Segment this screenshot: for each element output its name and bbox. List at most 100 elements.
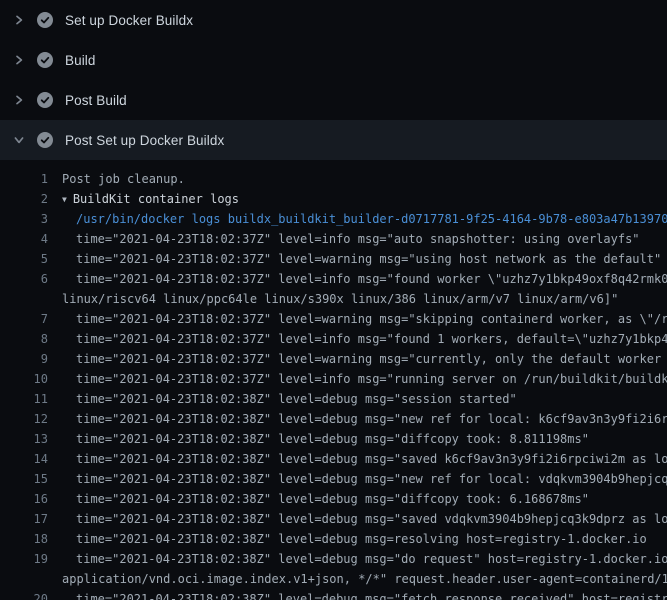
log-text-segment: time="2021-04-23T18:02:37Z" level=info m… bbox=[62, 229, 667, 249]
log-line-number[interactable]: 16 bbox=[0, 489, 48, 509]
check-circle-icon bbox=[37, 12, 53, 28]
log-line: 14 time="2021-04-23T18:02:38Z" level=deb… bbox=[0, 449, 667, 469]
step-header-set-up-docker-buildx[interactable]: Set up Docker Buildx bbox=[0, 0, 667, 40]
log-line-number[interactable]: 7 bbox=[0, 309, 48, 329]
log-group-title[interactable]: BuildKit container logs bbox=[73, 192, 239, 206]
log-line-number[interactable]: 9 bbox=[0, 349, 48, 369]
log-line: 9 time="2021-04-23T18:02:37Z" level=warn… bbox=[0, 349, 667, 369]
log-line-number[interactable]: 4 bbox=[0, 229, 48, 249]
log-line-text: /usr/bin/docker logs buildx_buildkit_bui… bbox=[62, 209, 667, 229]
check-circle-icon bbox=[37, 52, 53, 68]
log-line: 18 time="2021-04-23T18:02:38Z" level=deb… bbox=[0, 529, 667, 549]
log-text-wrap-segment: application/vnd.oci.image.index.v1+json,… bbox=[62, 569, 667, 589]
log-line-text: time="2021-04-23T18:02:37Z" level=info m… bbox=[62, 229, 667, 249]
log-line-text: time="2021-04-23T18:02:37Z" level=info m… bbox=[62, 269, 667, 309]
log-line-text: time="2021-04-23T18:02:37Z" level=warnin… bbox=[62, 309, 667, 329]
log-line-text: time="2021-04-23T18:02:38Z" level=debug … bbox=[62, 449, 667, 469]
log-line-text: time="2021-04-23T18:02:37Z" level=info m… bbox=[62, 369, 667, 389]
log-line-text: Post job cleanup. bbox=[62, 169, 667, 189]
log-line: 17 time="2021-04-23T18:02:38Z" level=deb… bbox=[0, 509, 667, 529]
step-label: Post Set up Docker Buildx bbox=[65, 133, 224, 148]
log-line: 7 time="2021-04-23T18:02:37Z" level=warn… bbox=[0, 309, 667, 329]
log-line-text: time="2021-04-23T18:02:38Z" level=debug … bbox=[62, 429, 667, 449]
log-text-segment: time="2021-04-23T18:02:38Z" level=debug … bbox=[62, 429, 667, 449]
log-line-number[interactable]: 20 bbox=[0, 589, 48, 600]
log-line-number[interactable]: 10 bbox=[0, 369, 48, 389]
log-line-number[interactable]: 6 bbox=[0, 269, 48, 289]
log-line: 10 time="2021-04-23T18:02:37Z" level=inf… bbox=[0, 369, 667, 389]
log-text-segment: time="2021-04-23T18:02:38Z" level=debug … bbox=[62, 589, 667, 600]
log-line-number[interactable]: 13 bbox=[0, 429, 48, 449]
log-line-number[interactable]: 8 bbox=[0, 329, 48, 349]
triangle-down-icon[interactable]: ▼ bbox=[62, 190, 67, 209]
log-line: 15 time="2021-04-23T18:02:38Z" level=deb… bbox=[0, 469, 667, 489]
steps-list: Set up Docker Buildx Build Post Build Po… bbox=[0, 0, 667, 160]
log-line: 13 time="2021-04-23T18:02:38Z" level=deb… bbox=[0, 429, 667, 449]
log-line: 6 time="2021-04-23T18:02:37Z" level=info… bbox=[0, 269, 667, 309]
step-header-post-build[interactable]: Post Build bbox=[0, 80, 667, 120]
chevron-down-icon[interactable] bbox=[13, 134, 25, 146]
step-header-post-set-up-docker-buildx[interactable]: Post Set up Docker Buildx bbox=[0, 120, 667, 160]
step-label: Post Build bbox=[65, 93, 127, 108]
step-label: Build bbox=[65, 53, 96, 68]
log-text-segment: time="2021-04-23T18:02:38Z" level=debug … bbox=[62, 549, 667, 569]
log-line-number[interactable]: 3 bbox=[0, 209, 48, 229]
log-text-wrap-segment: linux/riscv64 linux/ppc64le linux/s390x … bbox=[62, 289, 667, 309]
check-circle-icon bbox=[37, 132, 53, 148]
log-line-number[interactable]: 14 bbox=[0, 449, 48, 469]
log-line-text: time="2021-04-23T18:02:37Z" level=warnin… bbox=[62, 249, 667, 269]
log-line-number[interactable]: 15 bbox=[0, 469, 48, 489]
log-text-segment: time="2021-04-23T18:02:37Z" level=warnin… bbox=[62, 309, 667, 329]
log-line-text: time="2021-04-23T18:02:38Z" level=debug … bbox=[62, 489, 667, 509]
log-text-segment: time="2021-04-23T18:02:38Z" level=debug … bbox=[62, 489, 667, 509]
chevron-right-icon[interactable] bbox=[13, 54, 25, 66]
log-line-number[interactable]: 11 bbox=[0, 389, 48, 409]
chevron-right-icon[interactable] bbox=[13, 94, 25, 106]
log-line-text: time="2021-04-23T18:02:37Z" level=info m… bbox=[62, 329, 667, 349]
log-line: 2 ▼ BuildKit container logs bbox=[0, 189, 667, 209]
log-line-number[interactable]: 5 bbox=[0, 249, 48, 269]
log-line-number[interactable]: 12 bbox=[0, 409, 48, 429]
log-text-segment: ▼ BuildKit container logs bbox=[62, 189, 667, 209]
log-line: 11 time="2021-04-23T18:02:38Z" level=deb… bbox=[0, 389, 667, 409]
log-line-text: time="2021-04-23T18:02:37Z" level=warnin… bbox=[62, 349, 667, 369]
log-line: 5 time="2021-04-23T18:02:37Z" level=warn… bbox=[0, 249, 667, 269]
log-line-text: ▼ BuildKit container logs bbox=[62, 189, 667, 209]
workflow-log-viewer: Set up Docker Buildx Build Post Build Po… bbox=[0, 0, 667, 600]
log-line-number[interactable]: 2 bbox=[0, 189, 48, 209]
log-text-segment: time="2021-04-23T18:02:37Z" level=warnin… bbox=[62, 249, 667, 269]
log-line: 20 time="2021-04-23T18:02:38Z" level=deb… bbox=[0, 589, 667, 600]
log-text-segment: time="2021-04-23T18:02:37Z" level=warnin… bbox=[62, 349, 667, 369]
log-text-segment: /usr/bin/docker logs buildx_buildkit_bui… bbox=[62, 209, 667, 229]
log-line: 19 time="2021-04-23T18:02:38Z" level=deb… bbox=[0, 549, 667, 589]
log-text-segment: time="2021-04-23T18:02:37Z" level=info m… bbox=[62, 369, 667, 389]
log-line-text: time="2021-04-23T18:02:38Z" level=debug … bbox=[62, 589, 667, 600]
log-text-segment: time="2021-04-23T18:02:38Z" level=debug … bbox=[62, 389, 667, 409]
log-text-segment: Post job cleanup. bbox=[62, 169, 667, 189]
log-line: 8 time="2021-04-23T18:02:37Z" level=info… bbox=[0, 329, 667, 349]
log-line-text: time="2021-04-23T18:02:38Z" level=debug … bbox=[62, 409, 667, 429]
log-text-segment: time="2021-04-23T18:02:38Z" level=debug … bbox=[62, 529, 667, 549]
log-line-text: time="2021-04-23T18:02:38Z" level=debug … bbox=[62, 469, 667, 489]
log-text-segment: time="2021-04-23T18:02:38Z" level=debug … bbox=[62, 469, 667, 489]
log-line: 4 time="2021-04-23T18:02:37Z" level=info… bbox=[0, 229, 667, 249]
log-line-text: time="2021-04-23T18:02:38Z" level=debug … bbox=[62, 389, 667, 409]
log-line-number[interactable]: 18 bbox=[0, 529, 48, 549]
log-line: 3 /usr/bin/docker logs buildx_buildkit_b… bbox=[0, 209, 667, 229]
step-header-build[interactable]: Build bbox=[0, 40, 667, 80]
log-line-text: time="2021-04-23T18:02:38Z" level=debug … bbox=[62, 529, 667, 549]
log-text-segment: time="2021-04-23T18:02:37Z" level=info m… bbox=[62, 329, 667, 349]
log-text-segment: time="2021-04-23T18:02:37Z" level=info m… bbox=[62, 269, 667, 289]
log-text-segment: time="2021-04-23T18:02:38Z" level=debug … bbox=[62, 449, 667, 469]
log-text-segment: time="2021-04-23T18:02:38Z" level=debug … bbox=[62, 409, 667, 429]
log-line-text: time="2021-04-23T18:02:38Z" level=debug … bbox=[62, 549, 667, 589]
step-label: Set up Docker Buildx bbox=[65, 13, 193, 28]
log-line-number[interactable]: 19 bbox=[0, 549, 48, 569]
log-area: 1 Post job cleanup. 2 ▼ BuildKit containe… bbox=[0, 160, 667, 600]
log-line: 16 time="2021-04-23T18:02:38Z" level=deb… bbox=[0, 489, 667, 509]
chevron-right-icon[interactable] bbox=[13, 14, 25, 26]
log-text-segment: time="2021-04-23T18:02:38Z" level=debug … bbox=[62, 509, 667, 529]
log-line-number[interactable]: 17 bbox=[0, 509, 48, 529]
log-line-number[interactable]: 1 bbox=[0, 169, 48, 189]
check-circle-icon bbox=[37, 92, 53, 108]
